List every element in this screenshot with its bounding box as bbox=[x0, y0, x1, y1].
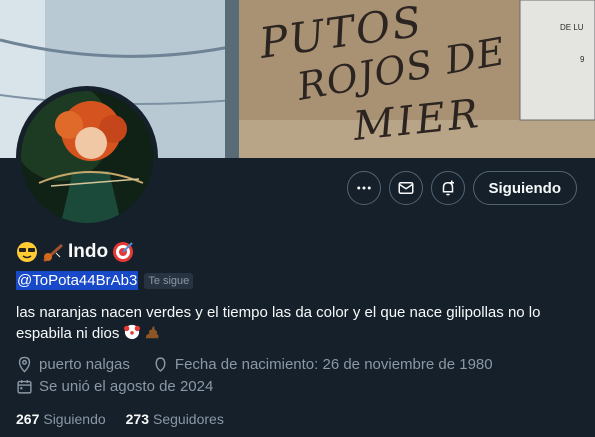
more-button[interactable] bbox=[346, 171, 381, 205]
username-handle[interactable]: @ToPota44BrAb3 bbox=[16, 271, 139, 290]
message-button[interactable] bbox=[388, 171, 423, 205]
message-icon bbox=[398, 182, 413, 194]
calendar-icon bbox=[17, 380, 32, 394]
avatar-frame bbox=[16, 86, 158, 228]
profile-actions: Siguiendo bbox=[346, 171, 577, 205]
joined-text: Se unió el agosto de 2024 bbox=[39, 378, 214, 395]
followers-count: 273 bbox=[125, 411, 149, 427]
following-button[interactable]: Siguiendo bbox=[472, 171, 577, 205]
location-icon bbox=[18, 356, 31, 373]
bio: las naranjas nacen verdes y el tiempo la… bbox=[16, 302, 576, 344]
notify-button[interactable] bbox=[430, 171, 465, 205]
follows-you-badge: Te sigue bbox=[144, 272, 194, 289]
violin-emoji-icon bbox=[43, 243, 63, 263]
birthday-icon bbox=[155, 357, 166, 372]
banner-sign-text-1: DE LU bbox=[560, 23, 584, 32]
profile-meta-row-1: puerto nalgas Fecha de nacimiento: 26 de… bbox=[16, 356, 493, 373]
following-count: 267 bbox=[16, 411, 40, 427]
following-label: Siguiendo bbox=[43, 411, 106, 427]
notify-icon bbox=[442, 180, 454, 196]
following-stat[interactable]: 267 Siguiendo bbox=[16, 411, 106, 427]
follow-stats: 267 Siguiendo 273 Seguidores bbox=[16, 411, 224, 427]
banner-sign-text-2: 9 bbox=[580, 55, 585, 64]
clown-emoji-icon bbox=[123, 324, 140, 340]
more-icon bbox=[356, 186, 371, 190]
bio-line-1: las naranjas nacen verdes y el tiempo la… bbox=[16, 304, 541, 321]
profile-meta-row-2: Se unió el agosto de 2024 bbox=[16, 378, 213, 395]
birthday-text: Fecha de nacimiento: 26 de noviembre de … bbox=[174, 356, 493, 373]
followers-stat[interactable]: 273 Seguidores bbox=[126, 411, 224, 427]
handle-row: @ToPota44BrAb3 Te sigue bbox=[16, 271, 194, 290]
location-text: puerto nalgas bbox=[39, 356, 130, 373]
display-name: Indo bbox=[68, 241, 109, 262]
target-emoji-icon bbox=[113, 242, 134, 262]
poop-emoji-icon bbox=[145, 326, 159, 339]
display-name-row: Indo bbox=[16, 241, 134, 263]
bio-line-2: espabila ni dios bbox=[16, 325, 120, 342]
followers-label: Seguidores bbox=[153, 411, 224, 427]
avatar[interactable] bbox=[21, 91, 153, 223]
sunglasses-emoji-icon bbox=[17, 242, 37, 262]
